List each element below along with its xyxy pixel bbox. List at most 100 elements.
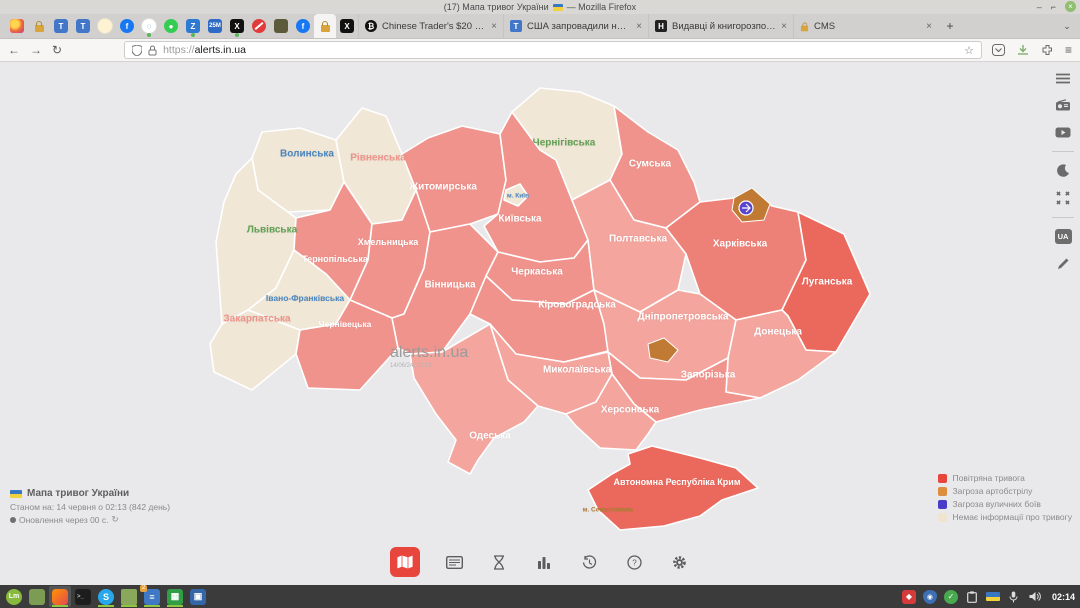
tab-2[interactable]: Т США запровадили нову хв × <box>503 14 648 38</box>
desktop-icon <box>29 589 45 605</box>
divider <box>1052 151 1074 152</box>
fullscreen-icon[interactable] <box>1053 190 1073 206</box>
ua-flag-tray-icon[interactable] <box>986 592 1000 601</box>
microphone-icon[interactable] <box>1007 590 1021 604</box>
settings-gear-icon[interactable] <box>668 551 690 573</box>
clipboard-icon[interactable] <box>965 590 979 604</box>
url-host: alerts.in.ua <box>195 44 246 56</box>
tab-title: Chinese Trader's $20 Millio <box>382 21 486 32</box>
tab-close-icon[interactable]: × <box>926 21 932 32</box>
legend-item: Повітряна тривога <box>938 473 1072 483</box>
radio-icon[interactable] <box>1053 97 1073 113</box>
tab-close-icon[interactable]: × <box>781 21 787 32</box>
map-view-button[interactable] <box>390 547 420 577</box>
stats-bar-chart-icon[interactable] <box>533 551 555 573</box>
pinned-tab-x[interactable]: X <box>226 14 248 38</box>
red-app-tray-icon[interactable]: ◆ <box>902 590 916 604</box>
pinned-tab-noentry[interactable] <box>248 14 270 38</box>
notification-dot <box>191 33 195 37</box>
region-label: Черкаська <box>511 267 563 278</box>
pinned-tab-z[interactable]: Z <box>182 14 204 38</box>
taskbar-terminal[interactable]: >_ <box>72 586 94 607</box>
close-button[interactable]: × <box>1065 1 1076 12</box>
legend-swatch-no-info <box>938 513 947 522</box>
region-label: Житомирська <box>409 182 477 193</box>
language-ua-badge[interactable]: UA <box>1055 229 1072 244</box>
taskbar-file-manager[interactable] <box>118 586 140 607</box>
skype-icon: S <box>98 589 114 605</box>
pocket-icon[interactable] <box>992 44 1005 56</box>
edit-pencil-icon[interactable] <box>1053 255 1073 271</box>
bitcoin-news-icon: ₿ <box>365 20 377 32</box>
open-window-indicator <box>167 605 183 607</box>
legend-item: Загроза артобстрілу <box>938 486 1072 496</box>
legend-item: Немає інформації про тривогу <box>938 512 1072 522</box>
taskbar-skype[interactable]: S <box>95 586 117 607</box>
taskbar-documents[interactable]: ≡2 <box>141 586 163 607</box>
reload-button[interactable]: ↻ <box>52 44 62 56</box>
list-all-tabs-button[interactable]: ⌄ <box>1054 14 1080 38</box>
shield-tray-icon[interactable]: ◉ <box>923 590 937 604</box>
pinned-tab-25m[interactable]: 25М <box>204 14 226 38</box>
region-label: Чернівецька <box>319 319 372 329</box>
url-bar[interactable]: https:// alerts.in.ua ☆ <box>124 41 982 59</box>
tab-close-icon[interactable]: × <box>491 21 497 32</box>
legend-label: Загроза вуличних боїв <box>952 499 1040 509</box>
region-label: м. Севастополь <box>583 507 634 514</box>
pinned-tab-active-lock[interactable] <box>314 14 336 38</box>
watermark-timestamp: 14/06/24, 02:13 <box>390 363 468 369</box>
youtube-icon[interactable] <box>1053 124 1073 140</box>
open-window-indicator <box>52 605 68 607</box>
back-button[interactable]: ← <box>8 44 20 56</box>
region-label: Полтавська <box>609 234 667 245</box>
lock-icon <box>801 25 808 31</box>
region-label: Київська <box>498 214 541 225</box>
help-glyph: ? <box>632 558 637 567</box>
extensions-icon[interactable] <box>1041 44 1053 56</box>
tab-close-icon[interactable]: × <box>636 21 642 32</box>
pinned-tab-facebook[interactable]: f <box>292 14 314 38</box>
pinned-tab-blue-t[interactable]: Т <box>72 14 94 38</box>
taskbar-firefox[interactable] <box>49 586 71 607</box>
mint-menu-button[interactable]: Lm <box>3 586 25 607</box>
menu-icon[interactable] <box>1053 70 1073 86</box>
ukraine-flag-icon <box>553 4 563 11</box>
refresh-icon[interactable]: ↻ <box>112 514 119 525</box>
tab-3[interactable]: Н Видавці й книгорозповсю × <box>648 14 793 38</box>
downloads-icon[interactable] <box>1017 44 1029 56</box>
pinned-tab-lock[interactable] <box>28 14 50 38</box>
region-crimea[interactable] <box>588 446 758 530</box>
tab-title: CMS <box>814 21 921 32</box>
region-label: Волинська <box>280 149 334 160</box>
pinned-tab-blue-t[interactable]: Т <box>50 14 72 38</box>
history-icon[interactable] <box>578 551 600 573</box>
forward-button[interactable]: → <box>30 44 42 56</box>
show-desktop-button[interactable] <box>26 586 48 607</box>
app-menu-icon[interactable]: ≡ <box>1065 44 1072 56</box>
pinned-tab-darkgrid[interactable] <box>270 14 292 38</box>
updates-ok-icon[interactable]: ✓ <box>944 590 958 604</box>
list-view-icon[interactable] <box>443 551 465 573</box>
volume-icon[interactable] <box>1028 590 1042 604</box>
minimize-button[interactable]: – <box>1037 2 1042 12</box>
taskbar-spreadsheet[interactable]: ▦ <box>164 586 186 607</box>
taskbar-photos[interactable]: ▣ <box>187 586 209 607</box>
lock-icon[interactable] <box>148 45 157 56</box>
pinned-tab-facebook[interactable]: f <box>116 14 138 38</box>
timer-hourglass-icon[interactable] <box>488 551 510 573</box>
bookmark-star-icon[interactable]: ☆ <box>964 44 974 57</box>
pinned-tab-whatsapp[interactable]: ● <box>160 14 182 38</box>
pinned-tab-messenger[interactable]: ◌ <box>138 14 160 38</box>
tab-4[interactable]: CMS × <box>793 14 938 38</box>
new-tab-button[interactable]: + <box>938 14 962 38</box>
tracking-shield-icon[interactable] <box>132 45 142 56</box>
tab-1[interactable]: ₿ Chinese Trader's $20 Millio × <box>358 14 503 38</box>
help-icon[interactable]: ? <box>623 551 645 573</box>
pinned-tab-browser-sphere[interactable] <box>6 14 28 38</box>
region-label: Вінницька <box>424 280 475 291</box>
dark-mode-moon-icon[interactable] <box>1053 163 1073 179</box>
maximize-button[interactable]: ⌐ <box>1051 2 1056 12</box>
pinned-tab-x[interactable]: X <box>336 14 358 38</box>
pinned-tab-pale[interactable] <box>94 14 116 38</box>
map-info-box: Мапа тривог України Станом на: 14 червня… <box>10 488 170 525</box>
